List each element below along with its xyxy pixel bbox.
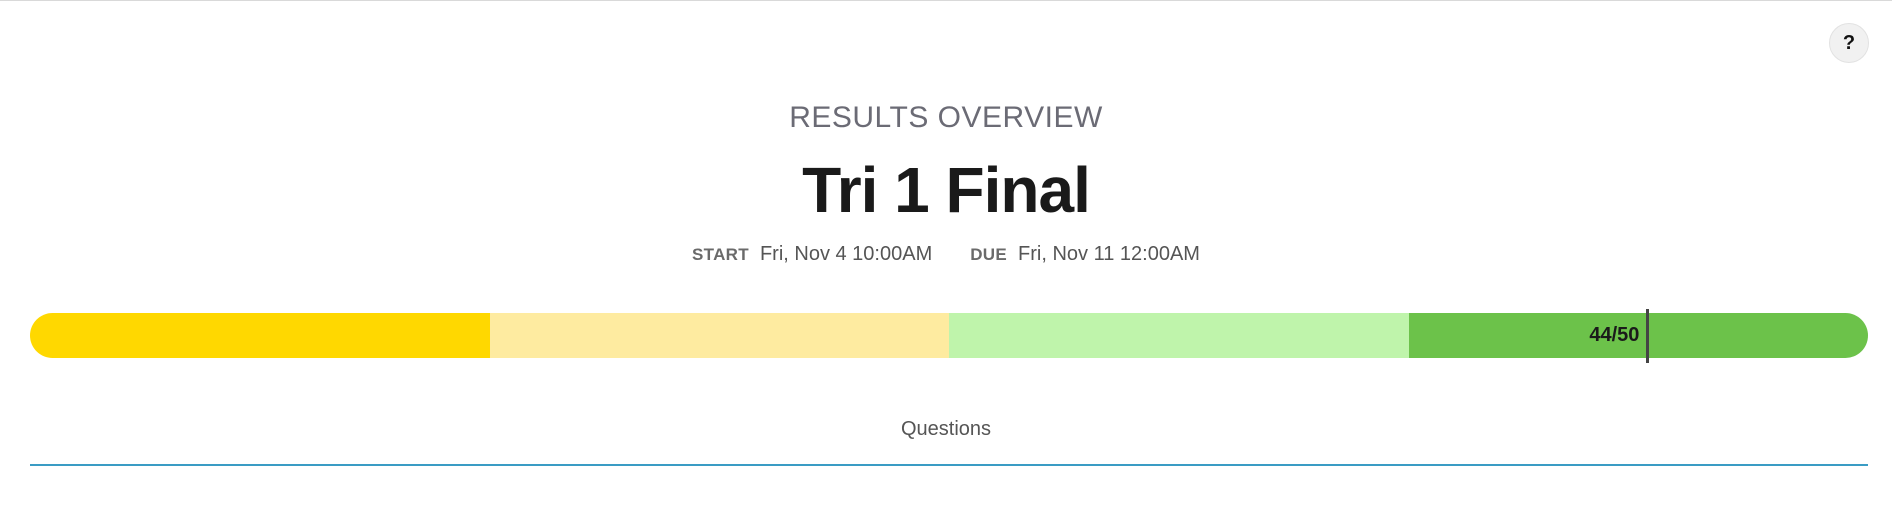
due-value: Fri, Nov 11 12:00AM [1018,243,1200,265]
help-button[interactable]: ? [1829,23,1869,63]
results-overview-page: ? RESULTS OVERVIEW Tri 1 Final START Fri… [0,0,1892,505]
assignment-dates: START Fri, Nov 4 10:00AM DUE Fri, Nov 11… [0,243,1892,266]
score-segment-3 [949,313,1409,358]
tab-questions[interactable]: Questions [0,418,1892,441]
score-marker [1646,309,1650,363]
due-label: DUE [970,245,1008,264]
start-label: START [692,245,749,264]
page-title: Tri 1 Final [802,154,1091,226]
start-value: Fri, Nov 4 10:00AM [759,243,933,265]
score-segment-2 [489,313,949,358]
score-segment-1 [30,313,490,358]
page-subtitle: RESULTS OVERVIEW [789,101,1103,134]
help-icon: ? [1842,31,1856,54]
score-label: 44/50 [1589,324,1640,346]
tab-questions-underline [30,464,1868,466]
